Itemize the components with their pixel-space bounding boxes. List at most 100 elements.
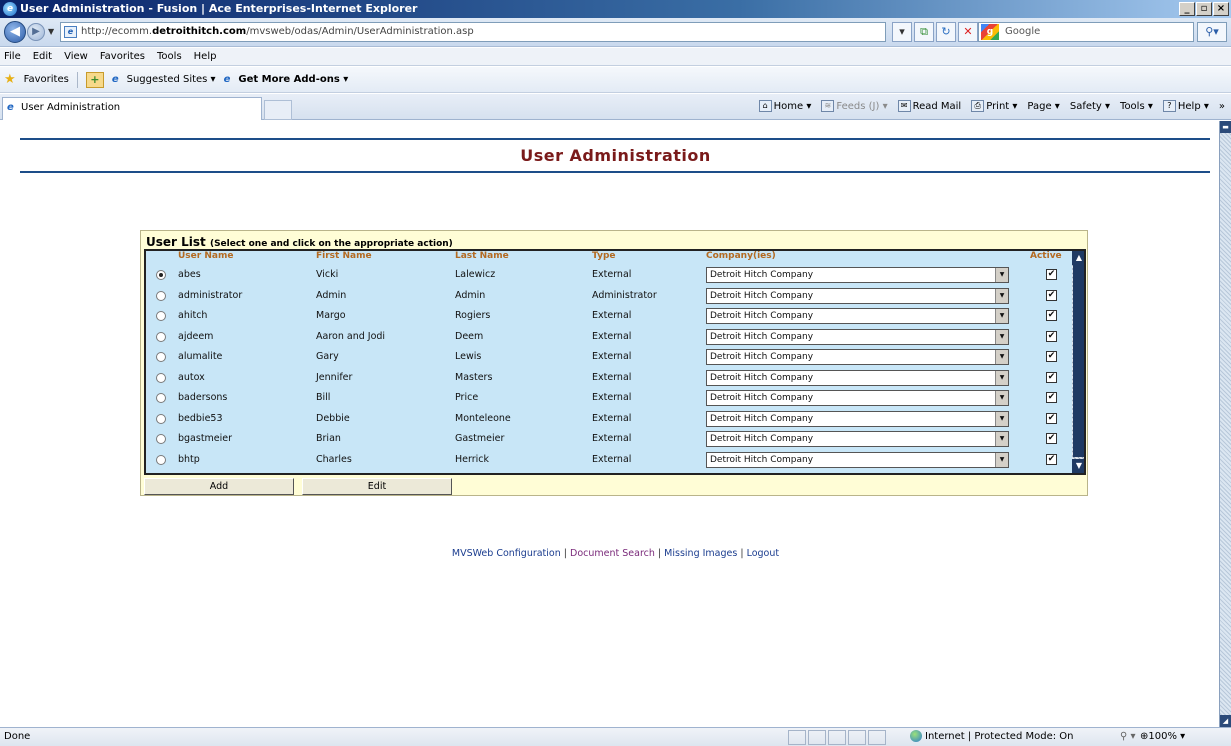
favorites-button[interactable]: Favorites	[24, 67, 69, 93]
tab-user-administration[interactable]: e User Administration	[2, 97, 262, 120]
mvsweb-configuration-link[interactable]: MVSWeb Configuration	[452, 548, 561, 559]
add-button[interactable]: Add	[144, 478, 294, 495]
table-row[interactable]: autox Jennifer Masters External Detroit Hitc…	[146, 368, 1070, 388]
logout-link[interactable]: Logout	[747, 548, 780, 559]
restore-button[interactable]: ▫	[1196, 2, 1212, 16]
safety-menu[interactable]: Safety ▾	[1070, 94, 1110, 120]
chevron-down-icon[interactable]: ▼	[995, 268, 1008, 282]
search-button[interactable]: ⚲▾	[1197, 22, 1227, 42]
grid-scrollbar[interactable]: ▲ ▼	[1072, 251, 1084, 473]
active-checkbox[interactable]: ✔	[1046, 289, 1057, 301]
active-checkbox[interactable]: ✔	[1046, 433, 1057, 444]
row-select-radio[interactable]	[156, 454, 166, 465]
row-select-radio[interactable]	[156, 352, 166, 362]
missing-images-link[interactable]: Missing Images	[664, 548, 737, 559]
page-scroll-up-icon[interactable]: ▬	[1220, 121, 1231, 133]
scroll-up-arrow-icon[interactable]: ▲	[1072, 251, 1084, 265]
print-button[interactable]: ⎙ Print ▾	[971, 94, 1017, 120]
menu-help[interactable]: Help	[194, 48, 217, 65]
chevron-down-icon[interactable]: ▼	[995, 370, 1008, 385]
scroll-down-arrow-icon[interactable]: ▼	[1072, 459, 1084, 473]
row-select-radio[interactable]	[156, 372, 166, 383]
active-checkbox[interactable]: ✔	[1046, 310, 1057, 321]
suggested-sites-link[interactable]: Suggested Sites ▾	[127, 67, 216, 93]
table-row[interactable]: bgastmeier Brian Gastmeier External Detroit …	[146, 429, 1070, 449]
feeds-button[interactable]: ≋ Feeds (J) ▾	[821, 94, 888, 120]
recent-pages-dropdown[interactable]: ▼	[48, 27, 54, 36]
menu-file[interactable]: File	[4, 48, 21, 65]
chevron-down-icon[interactable]: ▼	[995, 452, 1008, 467]
company-select[interactable]: Detroit Hitch Company ▼	[706, 267, 1009, 283]
minimize-button[interactable]: _	[1179, 2, 1195, 16]
active-checkbox[interactable]: ✔	[1046, 412, 1057, 424]
table-row[interactable]: badersons Bill Price External Detroit Hitch …	[146, 388, 1070, 408]
back-button[interactable]: ◀	[4, 21, 26, 43]
scroll-thumb[interactable]	[1073, 265, 1084, 457]
menu-favorites[interactable]: Favorites	[100, 48, 145, 65]
read-mail-button[interactable]: ✉ Read Mail	[897, 94, 961, 120]
row-select-radio[interactable]	[156, 393, 166, 403]
tools-menu[interactable]: Tools ▾	[1120, 94, 1153, 120]
chevron-down-icon[interactable]: ▼	[995, 288, 1008, 303]
active-checkbox[interactable]: ✔	[1046, 392, 1057, 403]
security-status-button[interactable]: ⚲ ▾	[1120, 728, 1136, 746]
company-select[interactable]: Detroit Hitch Company ▼	[706, 328, 1009, 345]
search-input[interactable]: g Google	[978, 22, 1194, 42]
zoom-button[interactable]: ⊕100% ▾	[1140, 728, 1185, 746]
company-select[interactable]: Detroit Hitch Company ▼	[706, 308, 1009, 324]
row-select-radio[interactable]	[156, 331, 166, 342]
close-button[interactable]: ×	[1213, 2, 1229, 16]
row-select-radio[interactable]	[156, 270, 166, 280]
table-row[interactable]: ahitch Margo Rogiers External Detroit Hitch …	[146, 306, 1070, 326]
active-checkbox[interactable]: ✔	[1046, 453, 1057, 465]
chevron-down-icon[interactable]: ▼	[995, 350, 1008, 364]
company-select[interactable]: Detroit Hitch Company ▼	[706, 369, 1009, 386]
forward-button[interactable]: ▶	[27, 23, 45, 41]
company-select[interactable]: Detroit Hitch Company ▼	[706, 349, 1009, 365]
page-menu[interactable]: Page ▾	[1027, 94, 1059, 120]
get-addons-link[interactable]: Get More Add-ons ▾	[238, 67, 348, 93]
menu-view[interactable]: View	[64, 48, 88, 65]
menu-edit[interactable]: Edit	[33, 48, 52, 65]
company-select[interactable]: Detroit Hitch Company ▼	[706, 431, 1009, 447]
table-row[interactable]: bhtp Charles Herrick External Detroit Hitch …	[146, 450, 1070, 470]
company-select[interactable]: Detroit Hitch Company ▼	[706, 451, 1009, 468]
more-commands-button[interactable]: »	[1219, 94, 1225, 120]
edit-button[interactable]: Edit	[302, 478, 452, 495]
chevron-down-icon[interactable]: ▼	[995, 432, 1008, 446]
add-favorite-icon[interactable]: +	[85, 71, 104, 88]
table-row[interactable]: ajdeem Aaron and Jodi Deem External Detroit …	[146, 327, 1070, 347]
company-select[interactable]: Detroit Hitch Company ▼	[706, 410, 1009, 427]
table-row[interactable]: alumalite Gary Lewis External Detroit Hitch …	[146, 347, 1070, 367]
company-select[interactable]: Detroit Hitch Company ▼	[706, 287, 1009, 304]
page-scroll-down-icon[interactable]: ◢	[1220, 715, 1231, 727]
active-checkbox[interactable]: ✔	[1046, 351, 1057, 362]
stop-icon[interactable]: ✕	[958, 22, 978, 42]
help-menu[interactable]: ? Help ▾	[1162, 94, 1209, 120]
refresh-icon[interactable]: ↻	[936, 22, 956, 42]
active-checkbox[interactable]: ✔	[1046, 371, 1057, 383]
row-select-radio[interactable]	[156, 434, 166, 444]
new-tab-button[interactable]	[264, 100, 292, 120]
row-select-radio[interactable]	[156, 290, 166, 301]
table-row[interactable]: abes Vicki Lalewicz External Detroit Hitch C…	[146, 265, 1070, 285]
chevron-down-icon[interactable]: ▼	[995, 309, 1008, 323]
menu-tools[interactable]: Tools	[157, 48, 182, 65]
company-select[interactable]: Detroit Hitch Company ▼	[706, 390, 1009, 406]
compatibility-view-icon[interactable]: ⧉	[914, 22, 934, 42]
active-checkbox[interactable]: ✔	[1046, 269, 1057, 280]
address-dropdown-button[interactable]: ▾	[892, 22, 912, 42]
row-select-radio[interactable]	[156, 413, 166, 424]
home-button[interactable]: ⌂ Home ▾	[758, 94, 811, 120]
chevron-down-icon[interactable]: ▼	[995, 391, 1008, 405]
row-select-radio[interactable]	[156, 311, 166, 321]
chevron-down-icon[interactable]: ▼	[995, 329, 1008, 344]
active-checkbox[interactable]: ✔	[1046, 330, 1057, 342]
table-row[interactable]: bedbie53 Debbie Monteleone External Detroit …	[146, 409, 1070, 429]
document-search-link[interactable]: Document Search	[570, 548, 655, 559]
page-scrollbar[interactable]: ▬ ◢	[1219, 121, 1231, 727]
table-row[interactable]: administrator Admin Admin Administrator Detr…	[146, 286, 1070, 306]
chevron-down-icon[interactable]: ▼	[995, 411, 1008, 426]
security-zone[interactable]: Internet | Protected Mode: On	[910, 728, 1073, 746]
address-input[interactable]: e http://ecomm.detroithitch.com/mvsweb/o…	[60, 22, 886, 42]
